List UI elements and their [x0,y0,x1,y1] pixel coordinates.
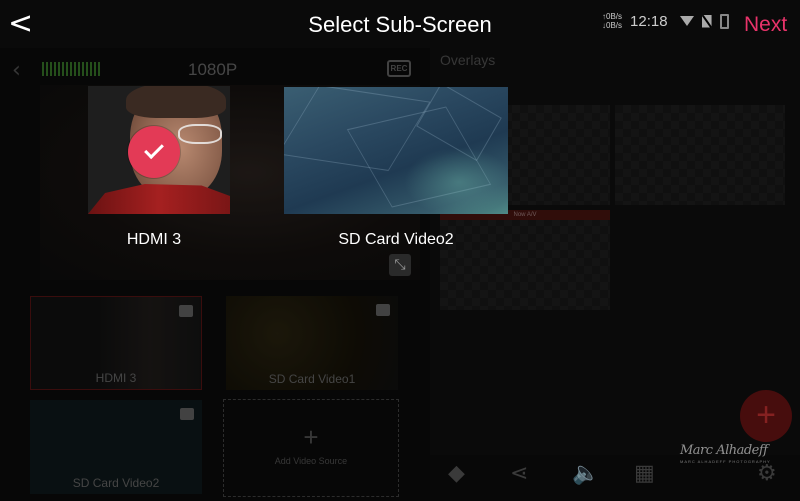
modal-dim-overlay [0,0,800,501]
sd-card-video2-thumbnail [284,87,508,214]
option-label-hdmi3: HDMI 3 [126,231,182,248]
person-shirt [88,184,230,214]
expand-icon: ⤡ [394,257,406,273]
expand-button[interactable]: ⤡ [389,254,411,276]
next-button[interactable]: Next [744,13,787,37]
net-up-speed: 0B/s [606,12,623,21]
person-glasses [178,124,222,144]
person-hair [126,86,226,118]
battery-icon [719,13,729,29]
net-down-speed: 0B/s [606,21,623,30]
modal-header: < Select Sub-Screen ↑0B/s ↓0B/s 12:18 Ne… [0,0,800,50]
selected-check-icon [128,126,180,178]
wifi-icon [679,16,694,26]
sub-screen-option-sd-card-video2[interactable] [284,87,508,214]
clock: 12:18 [630,12,668,30]
option-label-sd-card-video2: SD Card Video2 [338,231,454,248]
thumbnail-glow [404,147,508,214]
network-speed: ↑0B/s ↓0B/s [602,12,622,30]
sim-off-icon [701,14,712,28]
status-bar: ↑0B/s ↓0B/s 12:18 [602,12,729,30]
check-mark [144,139,164,160]
